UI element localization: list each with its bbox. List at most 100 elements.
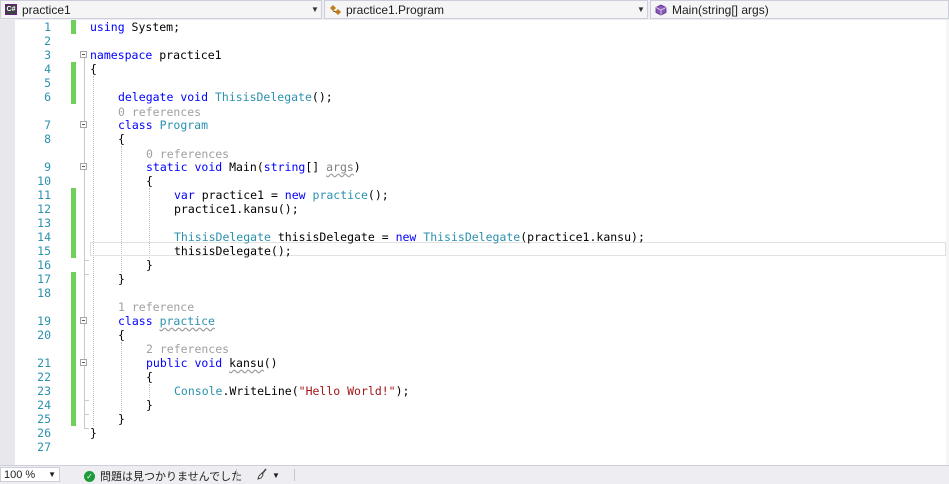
code-text: var practice1 = new practice(); bbox=[174, 188, 389, 202]
code-line: 17 } bbox=[0, 272, 949, 286]
code-text: using System; bbox=[90, 20, 181, 34]
code-line: 19 class practice bbox=[0, 314, 949, 328]
code-line: 25 } bbox=[0, 412, 949, 426]
code-line: 5 bbox=[0, 76, 949, 90]
codelens-references[interactable]: 2 references bbox=[146, 342, 229, 356]
line-number: 18 bbox=[37, 286, 51, 300]
code-line: 14 ThisisDelegate thisisDelegate = new T… bbox=[0, 230, 949, 244]
code-text: Console.WriteLine("Hello World!"); bbox=[174, 384, 410, 398]
line-number: 9 bbox=[44, 160, 51, 174]
code-text: public void kansu() bbox=[146, 356, 278, 370]
line-number: 15 bbox=[37, 244, 51, 258]
issues-indicator[interactable]: ✓ 問題は見つかりませんでした bbox=[84, 468, 242, 484]
change-marker bbox=[71, 370, 76, 384]
codelens-references[interactable]: 1 reference bbox=[118, 300, 194, 314]
collapse-toggle[interactable] bbox=[80, 163, 87, 170]
class-icon bbox=[328, 4, 342, 16]
method-icon bbox=[654, 4, 668, 16]
line-number: 25 bbox=[37, 412, 51, 426]
change-marker bbox=[71, 328, 76, 342]
codelens-references[interactable]: 0 references bbox=[146, 147, 229, 161]
code-text: ThisisDelegate thisisDelegate = new This… bbox=[174, 230, 645, 244]
code-line: 1 using System; bbox=[0, 20, 949, 34]
line-number: 19 bbox=[37, 314, 51, 328]
line-number: 13 bbox=[37, 216, 51, 230]
change-marker bbox=[71, 188, 76, 202]
change-marker bbox=[71, 356, 76, 370]
code-line: 2 bbox=[0, 34, 949, 48]
line-number: 10 bbox=[37, 174, 51, 188]
line-number: 24 bbox=[37, 398, 51, 412]
code-editor[interactable]: 1 using System; 2 3 namespace practice1 … bbox=[0, 20, 949, 465]
zoom-dropdown[interactable]: 100 % ▼ bbox=[0, 467, 60, 482]
change-marker bbox=[71, 216, 76, 230]
issues-text: 問題は見つかりませんでした bbox=[100, 471, 243, 483]
code-line: 26 } bbox=[0, 426, 949, 440]
code-line: 22 { bbox=[0, 370, 949, 384]
code-line: 6 delegate void ThisisDelegate(); bbox=[0, 90, 949, 104]
member-dropdown[interactable]: Main(string[] args) bbox=[650, 0, 949, 19]
change-marker bbox=[71, 230, 76, 244]
change-marker bbox=[71, 300, 76, 314]
status-separator bbox=[294, 469, 295, 481]
collapse-toggle[interactable] bbox=[80, 121, 87, 128]
line-number: 20 bbox=[37, 328, 51, 342]
line-number: 6 bbox=[44, 90, 51, 104]
code-text: { bbox=[146, 370, 153, 384]
code-text: class practice bbox=[118, 314, 215, 328]
code-cleanup-button[interactable]: ▼ bbox=[256, 468, 280, 483]
collapse-toggle[interactable] bbox=[80, 51, 87, 58]
change-marker bbox=[71, 272, 76, 286]
code-text: } bbox=[90, 426, 97, 440]
code-text: { bbox=[118, 328, 125, 342]
change-marker bbox=[71, 244, 76, 258]
line-number: 27 bbox=[37, 440, 51, 454]
brush-icon bbox=[256, 468, 268, 483]
code-line: 9 static void Main(string[] args) bbox=[0, 160, 949, 174]
chevron-down-icon[interactable]: ▼ bbox=[48, 470, 56, 479]
zoom-level: 100 % bbox=[4, 468, 36, 481]
code-text: static void Main(string[] args) bbox=[146, 160, 361, 174]
code-text: } bbox=[118, 272, 125, 286]
type-dropdown[interactable]: practice1.Program ▼ bbox=[324, 0, 648, 19]
code-text: { bbox=[118, 132, 125, 146]
code-text: delegate void ThisisDelegate(); bbox=[118, 90, 333, 104]
line-number: 22 bbox=[37, 370, 51, 384]
project-dropdown-label: practice1 bbox=[22, 2, 71, 17]
code-line: 8 { bbox=[0, 132, 949, 146]
change-marker bbox=[71, 286, 76, 300]
chevron-down-icon[interactable]: ▼ bbox=[272, 471, 280, 480]
code-line: 11 var practice1 = new practice(); bbox=[0, 188, 949, 202]
navigation-bar: C# practice1 ▼ practice1.Program ▼ Main(… bbox=[0, 0, 949, 21]
line-number: 17 bbox=[37, 272, 51, 286]
line-number: 7 bbox=[44, 118, 51, 132]
change-marker bbox=[71, 62, 76, 76]
change-marker bbox=[71, 20, 76, 34]
code-text: thisisDelegate(); bbox=[174, 244, 292, 258]
collapse-toggle[interactable] bbox=[80, 317, 87, 324]
code-line: 18 bbox=[0, 286, 949, 300]
codelens-references[interactable]: 0 references bbox=[118, 105, 201, 119]
change-marker bbox=[71, 342, 76, 356]
code-text: } bbox=[146, 398, 153, 412]
code-text: { bbox=[90, 62, 97, 76]
line-number: 2 bbox=[44, 34, 51, 48]
code-line: 27 bbox=[0, 440, 949, 454]
code-line: 3 namespace practice1 bbox=[0, 48, 949, 62]
code-line: 13 bbox=[0, 216, 949, 230]
chevron-down-icon[interactable]: ▼ bbox=[635, 5, 647, 14]
line-number: 4 bbox=[44, 62, 51, 76]
change-marker bbox=[71, 384, 76, 398]
collapse-toggle[interactable] bbox=[80, 359, 87, 366]
code-line: 12 practice1.kansu(); bbox=[0, 202, 949, 216]
status-separator bbox=[236, 469, 237, 481]
code-line: 10 { bbox=[0, 174, 949, 188]
code-line: 23 Console.WriteLine("Hello World!"); bbox=[0, 384, 949, 398]
project-dropdown[interactable]: C# practice1 ▼ bbox=[0, 0, 322, 19]
code-text: namespace practice1 bbox=[90, 48, 222, 62]
chevron-down-icon[interactable]: ▼ bbox=[309, 5, 321, 14]
code-line: 20 { bbox=[0, 328, 949, 342]
code-line: 7 class Program bbox=[0, 118, 949, 132]
code-line: 21 public void kansu() bbox=[0, 356, 949, 370]
code-line: 24 } bbox=[0, 398, 949, 412]
